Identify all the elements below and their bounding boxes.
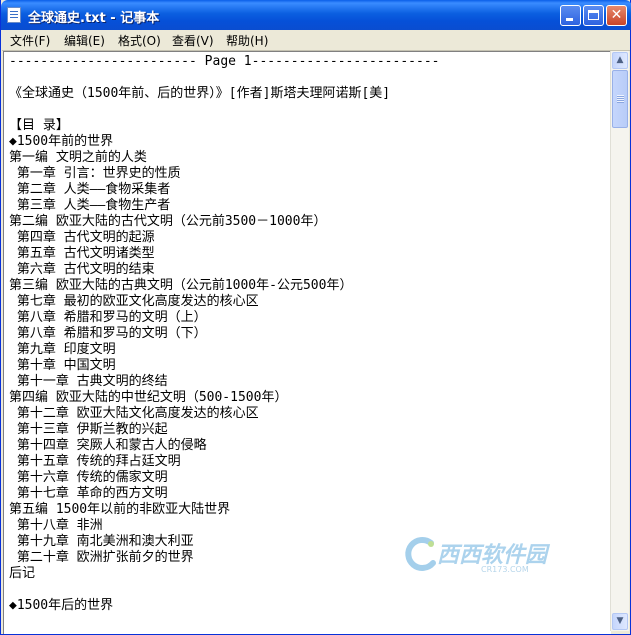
text-line: 第八章 希腊和罗马的文明（下） <box>9 326 207 341</box>
text-line: 第五章 古代文明诸类型 <box>9 246 155 261</box>
text-line: 第十四章 突厥人和蒙古人的侵略 <box>9 438 207 453</box>
minimize-icon <box>566 18 573 21</box>
notepad-window: 全球通史.txt - 记事本 ✕ 文件(F) 编辑(E) 格式(O) 查看(V)… <box>0 0 631 635</box>
menu-edit[interactable]: 编辑(E) <box>64 32 105 49</box>
minimize-button[interactable] <box>560 5 581 26</box>
maximize-icon <box>588 10 599 20</box>
close-button[interactable]: ✕ <box>606 5 627 26</box>
text-line: 第四编 欧亚大陆的中世纪文明（500-1500年） <box>9 390 288 405</box>
notepad-icon[interactable] <box>7 7 21 23</box>
text-line: 第七章 最初的欧亚文化高度发达的核心区 <box>9 294 259 309</box>
text-line: 第十三章 伊斯兰教的兴起 <box>9 422 168 437</box>
scroll-thumb[interactable] <box>612 70 628 128</box>
text-line: 第五编 1500年以前的非欧亚大陆世界 <box>9 502 231 517</box>
text-line: 第二章 人类——食物采集者 <box>9 182 171 197</box>
text-line: ------------------------ Page 1---------… <box>9 54 440 69</box>
text-line: 第四章 古代文明的起源 <box>9 230 155 245</box>
text-line: 第十七章 革命的西方文明 <box>9 486 168 501</box>
scroll-up-button[interactable]: ▲ <box>612 52 628 69</box>
scroll-up-icon: ▲ <box>616 55 624 65</box>
text-line: 第六章 古代文明的结束 <box>9 262 155 277</box>
text-line: 第十一章 古典文明的终结 <box>9 374 168 389</box>
text-line: 第十二章 欧亚大陆文化高度发达的核心区 <box>9 406 259 421</box>
text-line: 《全球通史（1500年前、后的世界）》[作者]斯塔夫理阿诺斯[美] <box>9 86 391 101</box>
text-line: 第三章 人类——食物生产者 <box>9 198 171 213</box>
watermark-subtext: CR173.COM <box>481 565 529 574</box>
maximize-button[interactable] <box>583 5 604 26</box>
menu-bar: 文件(F) 编辑(E) 格式(O) 查看(V) 帮助(H) <box>2 30 630 51</box>
text-line: 第九章 印度文明 <box>9 342 116 357</box>
menu-view[interactable]: 查看(V) <box>172 32 214 49</box>
menu-file[interactable]: 文件(F) <box>10 32 50 49</box>
text-line: 第十八章 非洲 <box>9 518 103 533</box>
title-bar[interactable]: 全球通史.txt - 记事本 ✕ <box>1 0 631 30</box>
text-line: 第八章 希腊和罗马的文明（上） <box>9 310 207 325</box>
vertical-scrollbar[interactable]: ▲ ▼ <box>610 51 629 631</box>
text-line: 第十九章 南北美洲和澳大利亚 <box>9 534 194 549</box>
scroll-down-button[interactable]: ▼ <box>612 613 628 630</box>
thumb-grip-icon <box>617 95 624 103</box>
watermark-logo-icon <box>405 536 436 571</box>
menu-format[interactable]: 格式(O) <box>118 32 161 49</box>
text-line: 第一章 引言：世界史的性质 <box>9 166 181 181</box>
watermark: 西西软件园 CR173.COM <box>401 535 611 575</box>
text-line: 第一编 文明之前的人类 <box>9 150 147 165</box>
text-line: 第二编 欧亚大陆的古代文明（公元前3500－1000年） <box>9 214 327 229</box>
text-line: 第十六章 传统的儒家文明 <box>9 470 168 485</box>
text-line: ◆1500年后的世界 <box>9 598 114 613</box>
scroll-down-icon: ▼ <box>616 616 624 626</box>
text-line: 第二十章 欧洲扩张前夕的世界 <box>9 550 194 565</box>
text-line: 【目 录】 <box>9 118 69 133</box>
menu-help[interactable]: 帮助(H) <box>226 32 268 49</box>
close-icon: ✕ <box>610 7 623 23</box>
text-line: 第十五章 传统的拜占廷文明 <box>9 454 181 469</box>
window-title: 全球通史.txt - 记事本 <box>28 11 160 26</box>
text-line: 第十章 中国文明 <box>9 358 116 373</box>
text-line: 后记 <box>9 566 36 581</box>
text-line: 第三编 欧亚大陆的古典文明（公元前1000年-公元500年） <box>9 278 353 293</box>
text-line: ◆1500年前的世界 <box>9 134 114 149</box>
